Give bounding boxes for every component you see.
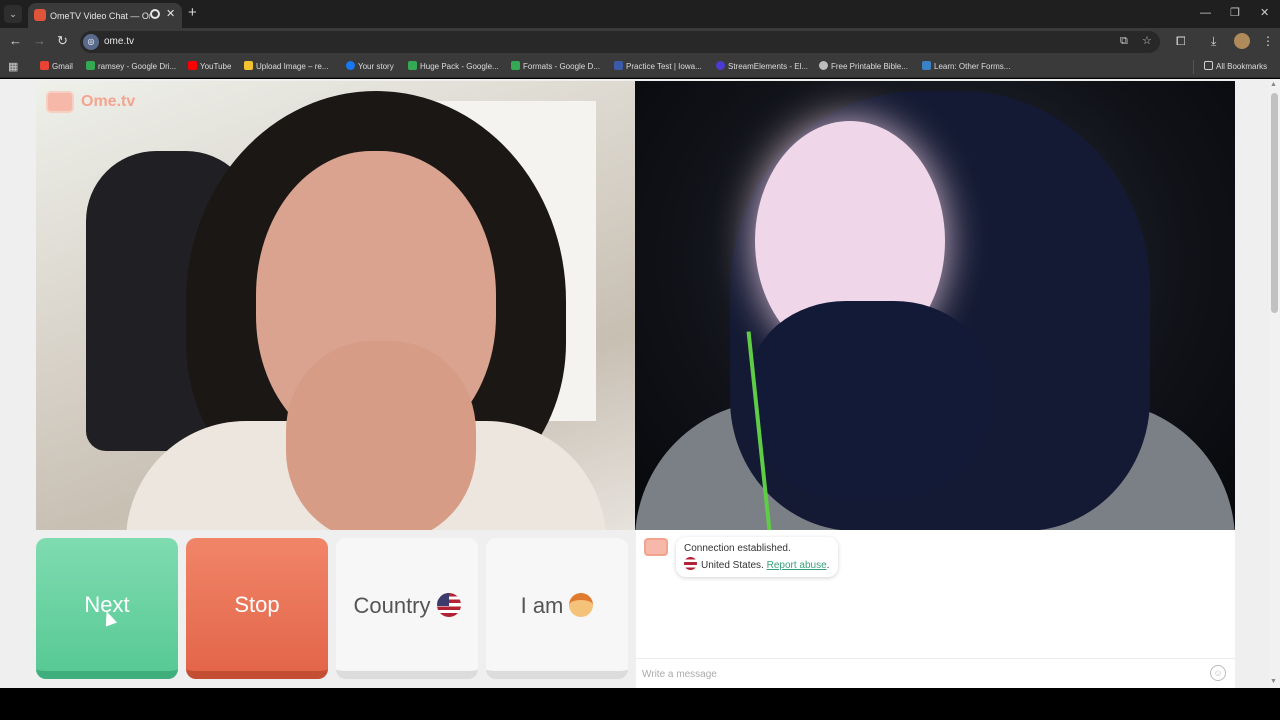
install-app-icon[interactable]: ⧉ bbox=[1120, 34, 1128, 48]
reload-icon[interactable]: ↻ bbox=[57, 34, 68, 48]
menu-icon[interactable]: ⋮ bbox=[1262, 34, 1274, 48]
close-window-icon[interactable]: ✕ bbox=[1260, 6, 1269, 20]
minimize-icon[interactable]: — bbox=[1200, 6, 1211, 20]
drive-icon bbox=[511, 61, 520, 70]
drive-icon bbox=[86, 61, 95, 70]
chat-panel: Connection established. United States. R… bbox=[636, 530, 1235, 689]
bookmark-streamelements[interactable]: StreamElements - El... bbox=[716, 60, 808, 74]
scroll-up-icon[interactable]: ▲ bbox=[1270, 81, 1277, 89]
bookmarks-divider bbox=[1193, 60, 1194, 74]
all-bookmarks[interactable]: All Bookmarks bbox=[1204, 60, 1267, 74]
stranger-video bbox=[635, 81, 1235, 530]
next-button[interactable]: Next bbox=[36, 538, 178, 679]
tab-title: OmeTV Video Chat — Ome bbox=[50, 11, 150, 21]
practice-test-icon bbox=[614, 61, 623, 70]
site-info-icon[interactable]: ◎ bbox=[83, 34, 99, 50]
country-button[interactable]: Country bbox=[336, 538, 478, 679]
gmail-icon bbox=[40, 61, 49, 70]
learn-icon bbox=[922, 61, 931, 70]
scroll-down-icon[interactable]: ▼ bbox=[1270, 678, 1277, 686]
folder-icon bbox=[1204, 61, 1213, 70]
iam-label: I am bbox=[486, 593, 628, 618]
tab-search-icon[interactable]: ⌄ bbox=[4, 5, 22, 23]
bookmark-your-story[interactable]: Your story bbox=[346, 60, 394, 74]
upload-image-icon bbox=[244, 61, 253, 70]
facebook-icon bbox=[346, 61, 355, 70]
stranger-country: United States. Report abuse. bbox=[684, 557, 829, 573]
emoji-icon[interactable]: ☺ bbox=[1210, 665, 1226, 681]
video-person-face-cover bbox=[750, 301, 990, 501]
bookmark-free-printable-bible[interactable]: Free Printable Bible... bbox=[819, 60, 908, 74]
back-icon[interactable]: ← bbox=[9, 34, 22, 48]
system-message: Connection established. United States. R… bbox=[676, 537, 838, 577]
streamelements-icon bbox=[716, 61, 725, 70]
bookmark-learn-other-forms[interactable]: Learn: Other Forms... bbox=[922, 60, 1010, 74]
video-person-hand bbox=[286, 341, 476, 530]
logo-text: Ome.tv bbox=[81, 93, 136, 110]
message-input[interactable] bbox=[642, 665, 1182, 683]
new-tab-icon[interactable]: + bbox=[188, 5, 197, 21]
download-icon[interactable]: ⤓ bbox=[1211, 34, 1216, 48]
forward-icon[interactable]: → bbox=[33, 34, 46, 48]
report-abuse-link[interactable]: Report abuse bbox=[767, 560, 827, 571]
bookmark-formats[interactable]: Formats - Google D... bbox=[511, 60, 600, 74]
bookmark-star-icon[interactable]: ☆ bbox=[1142, 34, 1152, 48]
ometv-logo-icon bbox=[46, 91, 74, 113]
bookmark-practice-test[interactable]: Practice Test | Iowa... bbox=[614, 60, 702, 74]
tab-strip: ⌄ OmeTV Video Chat — Ome ✕ + — ❐ ✕ bbox=[0, 0, 1280, 28]
profile-avatar[interactable] bbox=[1234, 33, 1250, 49]
bookmark-huge-pack[interactable]: Huge Pack - Google... bbox=[408, 60, 499, 74]
stop-label: Stop bbox=[234, 592, 280, 617]
iam-button[interactable]: I am bbox=[486, 538, 628, 679]
message-bar: ☺ bbox=[636, 658, 1235, 687]
globe-icon bbox=[819, 61, 828, 70]
bookmark-ramsey-drive[interactable]: ramsey - Google Dri... bbox=[86, 60, 176, 74]
close-tab-icon[interactable]: ✕ bbox=[166, 8, 175, 20]
youtube-icon bbox=[188, 61, 197, 70]
apps-grid-icon[interactable]: ▦ bbox=[8, 60, 18, 74]
browser-toolbar: ← → ↻ ◎ ome.tv ⧉ ☆ ⧠ ⤓ ⋮ bbox=[0, 28, 1280, 56]
bookmark-gmail[interactable]: Gmail bbox=[40, 60, 73, 74]
scroll-thumb[interactable] bbox=[1271, 93, 1278, 313]
bookmark-youtube[interactable]: YouTube bbox=[188, 60, 231, 74]
page-scrollbar[interactable]: ▲ ▼ bbox=[1269, 79, 1280, 688]
local-video: Ome.tv bbox=[36, 81, 635, 530]
restore-icon[interactable]: ❐ bbox=[1230, 6, 1240, 20]
address-bar[interactable]: ◎ ome.tv ⧉ ☆ bbox=[80, 31, 1160, 53]
browser-window: ⌄ OmeTV Video Chat — Ome ✕ + — ❐ ✕ ← → ↻… bbox=[0, 0, 1280, 720]
drive-icon bbox=[408, 61, 417, 70]
url-text[interactable]: ome.tv bbox=[104, 35, 134, 49]
bookmark-upload-image[interactable]: Upload Image – re... bbox=[244, 60, 328, 74]
us-flag-icon bbox=[436, 593, 461, 617]
page-content: Ome.tv Next Stop Country I am Connection… bbox=[0, 79, 1269, 689]
bookmarks-bar: ▦ Gmail ramsey - Google Dri... YouTube U… bbox=[0, 56, 1280, 78]
ometv-favicon-icon bbox=[34, 9, 46, 21]
boy-emoji-icon bbox=[569, 593, 594, 617]
country-label: Country bbox=[336, 593, 478, 618]
stop-button[interactable]: Stop bbox=[186, 538, 328, 679]
ometv-chat-avatar-icon bbox=[644, 538, 668, 556]
connection-status: Connection established. bbox=[684, 543, 791, 554]
extensions-icon[interactable]: ⧠ bbox=[1176, 34, 1186, 48]
tab-ometv[interactable]: OmeTV Video Chat — Ome ✕ bbox=[28, 3, 182, 28]
taskbar-strip bbox=[0, 688, 1280, 720]
recording-icon bbox=[150, 9, 160, 19]
us-flag-icon bbox=[684, 557, 697, 570]
